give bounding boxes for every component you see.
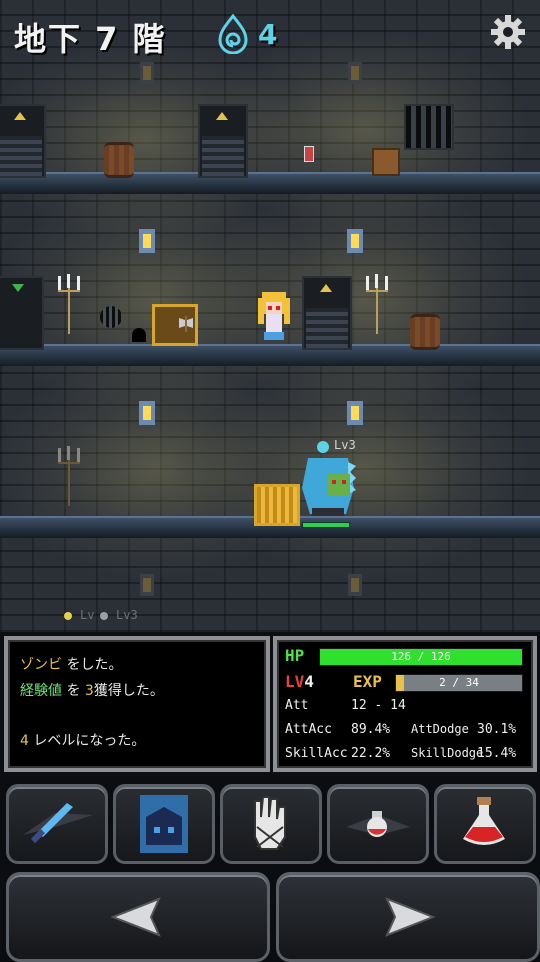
att-value: 12 - 14	[351, 698, 406, 713]
attacc-label: AttAcc	[285, 722, 332, 737]
exp-bar: 2 / 34	[395, 674, 523, 692]
right-arrow-icon	[385, 897, 436, 937]
armor-slot-button[interactable]	[113, 784, 215, 864]
ghost-level-label: Lv3	[116, 608, 138, 622]
spiral-soul-icon	[218, 14, 248, 54]
mouse-hole	[132, 328, 146, 342]
candelabra-icon	[58, 274, 80, 334]
log-exp-amount: 3	[84, 683, 94, 699]
golden-treasure-chest[interactable]	[254, 484, 300, 526]
log-line-2: 経験値 を 3獲得した。	[20, 680, 164, 700]
log-exp-word: 経験値	[20, 683, 62, 699]
attdodge-label: AttDodge	[411, 722, 469, 736]
left-arrow-icon	[110, 897, 161, 937]
lantern-icon	[139, 229, 155, 253]
stairs-up-door[interactable]	[0, 104, 46, 178]
axe-icon	[179, 316, 193, 332]
skillacc-value: 22.2%	[351, 746, 391, 761]
log-text: レベルになった。	[28, 733, 146, 749]
ghost-level-label: Lv	[80, 608, 95, 622]
log-text: 獲得した。	[93, 683, 164, 699]
exp-label: EXP	[353, 672, 382, 691]
lantern-icon	[348, 62, 362, 84]
zombie-enemy[interactable]	[298, 448, 358, 518]
attdodge-value: 30.1%	[477, 722, 517, 737]
stats-panel: HP 126 / 126 LV4 EXP 2 / 34 Att 12 - 14 …	[273, 636, 537, 772]
exp-value: 2 / 34	[439, 676, 479, 689]
small-item-icon[interactable]	[304, 146, 314, 162]
barrel	[104, 142, 134, 178]
potion-slot-button[interactable]	[434, 784, 536, 864]
hp-bar: 126 / 126	[319, 648, 523, 666]
att-label: Att	[285, 698, 309, 713]
skilldodge-value: 15.4%	[477, 746, 517, 761]
hp-label: HP	[285, 646, 305, 665]
stairs-down-door[interactable]	[0, 276, 44, 350]
log-enemy-name: ゾンビ	[20, 657, 62, 673]
floor-title: 地下 7 階	[14, 20, 167, 58]
lantern-icon	[140, 574, 154, 596]
log-text: をした。	[62, 657, 123, 673]
move-right-button[interactable]	[276, 872, 540, 962]
hp-value: 126 / 126	[391, 650, 451, 663]
enemy-level-label: Lv3	[334, 438, 356, 452]
enemy-hp-bar	[302, 522, 350, 528]
accessory-slot-button[interactable]	[220, 784, 322, 864]
small-potion-slot-button[interactable]	[327, 784, 429, 864]
prison-bars	[404, 104, 454, 150]
ghost-marker-icon	[100, 612, 108, 620]
move-left-button[interactable]	[6, 872, 270, 962]
crate	[372, 148, 400, 176]
skillacc-label: SkillAcc	[285, 746, 348, 761]
lantern-icon	[347, 229, 363, 253]
lantern-icon	[348, 574, 362, 596]
lantern-icon	[139, 401, 155, 425]
small-potion-icon	[346, 811, 410, 837]
barrel	[410, 314, 440, 350]
message-log-panel: ゾンビ をした。 経験値 を 3獲得した。 4 レベルになった。	[4, 636, 270, 772]
lv-text: LV	[285, 672, 305, 691]
level-label: LV4	[285, 672, 314, 691]
attacc-value: 89.4%	[351, 722, 391, 737]
skilldodge-label: SkillDodge	[411, 746, 484, 760]
enemy-soul-icon	[317, 441, 329, 453]
potion-icon	[463, 797, 505, 845]
candelabra-icon	[58, 446, 80, 506]
ghost-marker-icon	[64, 612, 72, 620]
sword-icon	[23, 803, 93, 844]
stairs-up-door[interactable]	[198, 104, 248, 178]
dungeon-scene[interactable]: Lv3 Lv Lv3	[0, 0, 540, 632]
candelabra-icon	[366, 274, 388, 334]
level-value: 4	[304, 672, 314, 691]
stairs-up-door[interactable]	[302, 276, 352, 350]
weapon-slot-button[interactable]	[6, 784, 108, 864]
hero-character[interactable]	[254, 290, 294, 344]
lantern-icon	[140, 62, 154, 84]
hand-icon	[254, 796, 286, 850]
gear-icon[interactable]	[490, 14, 526, 50]
lantern-icon	[347, 401, 363, 425]
log-level-number: 4	[20, 733, 29, 749]
log-text: を	[62, 683, 85, 699]
armor-icon	[140, 795, 188, 853]
log-line-3: 4 レベルになった。	[20, 730, 145, 750]
soul-count: 4	[258, 18, 278, 51]
log-line-1: ゾンビ をした。	[20, 654, 122, 674]
wall-grate	[100, 306, 122, 328]
floor-ledge	[0, 172, 540, 194]
floor-ledge	[0, 344, 540, 366]
